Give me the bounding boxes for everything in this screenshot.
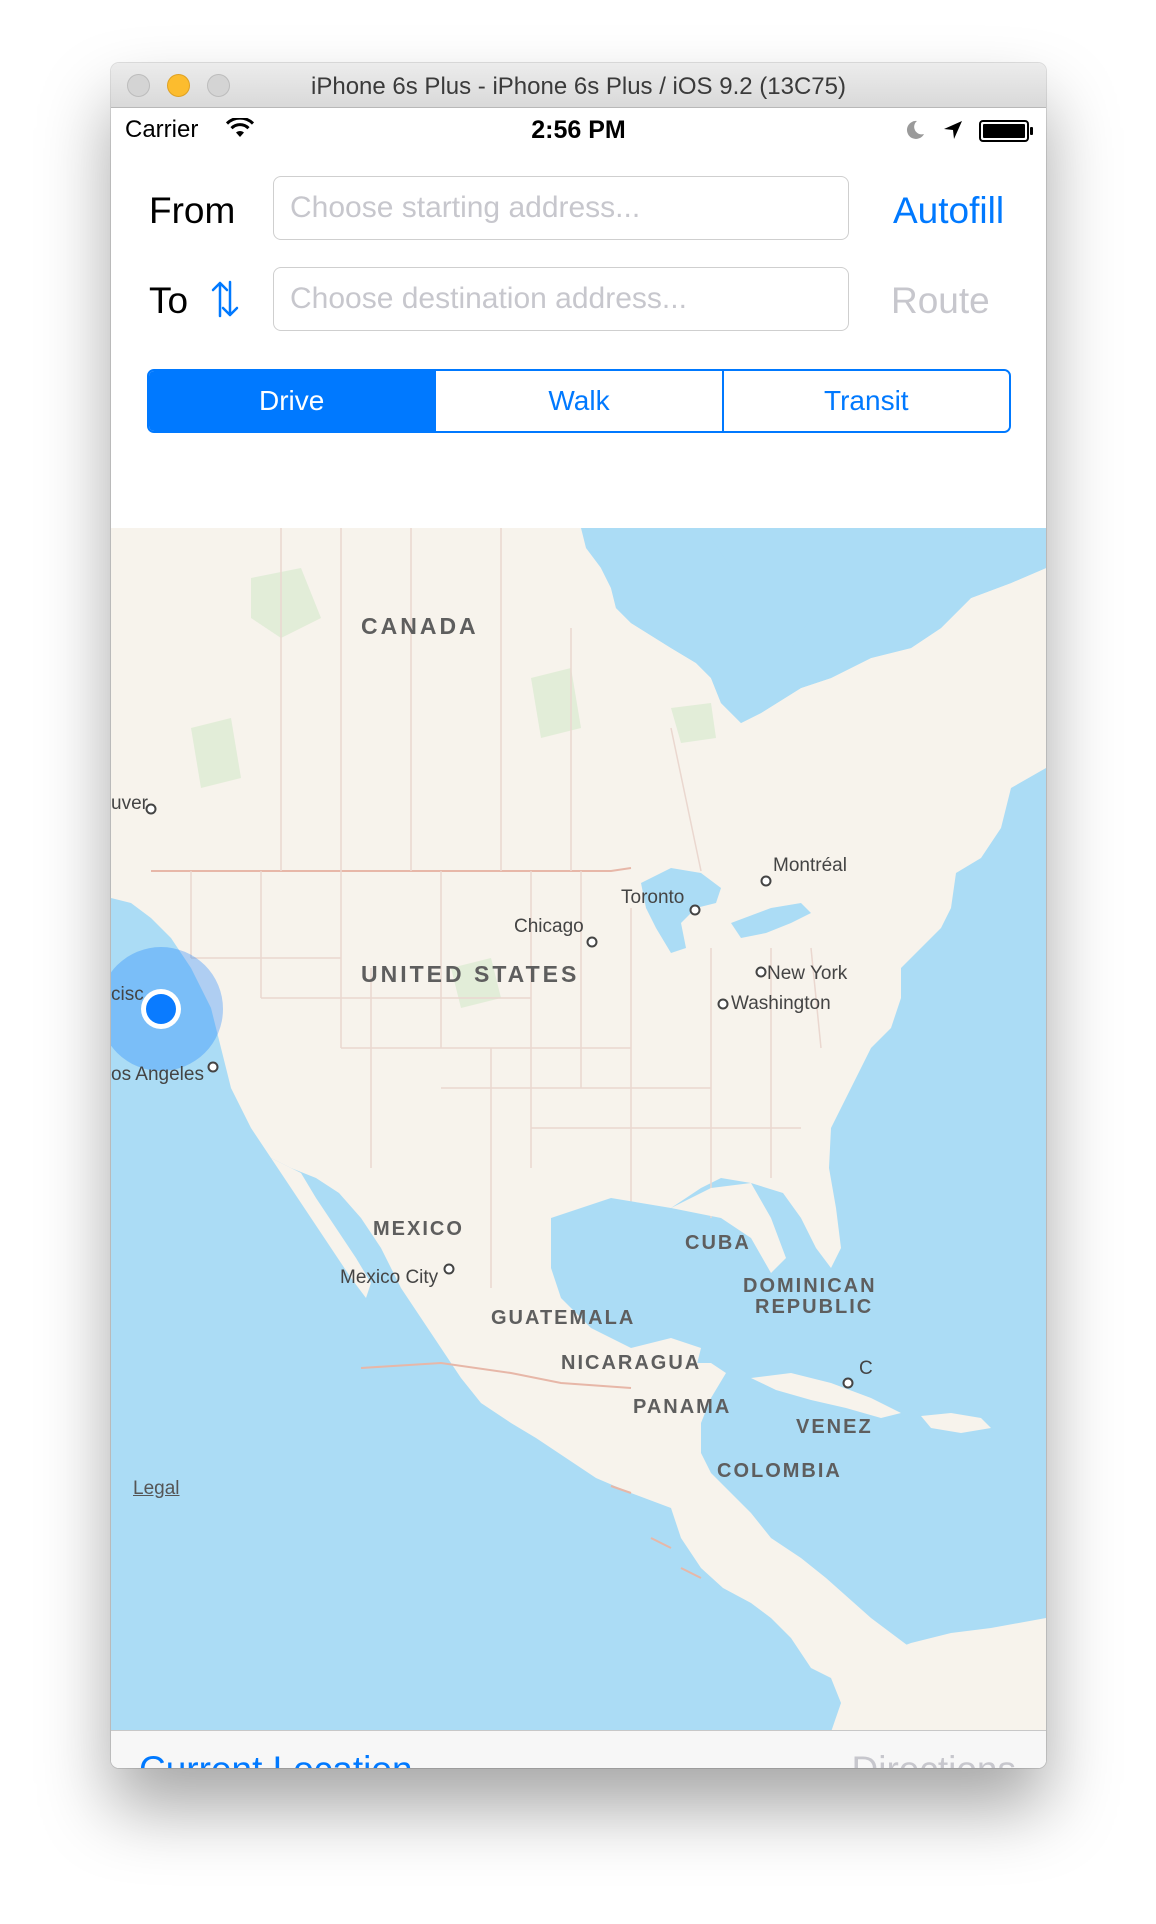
map-label-venezuela: VENEZ	[796, 1416, 873, 1438]
segment-transit[interactable]: Transit	[721, 371, 1009, 431]
to-field[interactable]	[273, 267, 849, 331]
map-label-panama: PANAMA	[633, 1396, 732, 1418]
map-city-los-angeles: os Angeles	[111, 1064, 204, 1085]
phone-screen: Carrier 2:56 PM From Autofill	[111, 108, 1046, 1768]
map-city-caracas: C	[859, 1358, 873, 1379]
segment-drive[interactable]: Drive	[149, 371, 435, 431]
segment-walk[interactable]: Walk	[434, 371, 722, 431]
to-address-input[interactable]	[274, 268, 848, 330]
map-city-chicago: Chicago	[514, 916, 584, 937]
swap-addresses-icon[interactable]	[211, 280, 239, 318]
map-city-new-york: New York	[767, 963, 848, 984]
simulator-window: iPhone 6s Plus - iPhone 6s Plus / iOS 9.…	[111, 63, 1046, 1768]
from-address-input[interactable]	[274, 177, 848, 239]
map-view[interactable]: CANADA UNITED STATES MEXICO CUBA DOMINIC…	[111, 528, 1046, 1732]
map-label-republic: REPUBLIC	[755, 1296, 874, 1318]
window-titlebar: iPhone 6s Plus - iPhone 6s Plus / iOS 9.…	[111, 63, 1046, 108]
north-america-land	[111, 528, 1046, 1732]
directions-button[interactable]: Directions	[852, 1749, 1017, 1768]
do-not-disturb-icon	[906, 120, 924, 139]
map-label-canada: CANADA	[361, 613, 479, 639]
map-label-guatemala: GUATEMALA	[491, 1307, 636, 1329]
user-location-dot	[146, 994, 176, 1024]
bottom-toolbar: Current Location Directions	[111, 1730, 1046, 1768]
map-label-cuba: CUBA	[685, 1232, 751, 1254]
from-label: From	[149, 190, 236, 231]
location-services-icon	[944, 121, 962, 139]
map-city-washington: Washington	[731, 993, 831, 1014]
map-graphic	[111, 528, 1046, 1732]
cuba-island	[751, 1373, 901, 1418]
map-city-montreal: Montréal	[773, 855, 847, 876]
status-bar: Carrier 2:56 PM	[111, 108, 1046, 150]
autofill-button[interactable]: Autofill	[893, 190, 1004, 232]
hispaniola-island	[921, 1413, 991, 1433]
transport-mode-segmented-control: Drive Walk Transit	[147, 369, 1011, 433]
route-button[interactable]: Route	[891, 280, 990, 322]
map-label-united-states: UNITED STATES	[361, 961, 580, 987]
battery-icon	[979, 120, 1033, 142]
map-label-colombia: COLOMBIA	[717, 1460, 842, 1482]
window-title: iPhone 6s Plus - iPhone 6s Plus / iOS 9.…	[311, 73, 846, 100]
current-location-button[interactable]: Current Location	[139, 1749, 413, 1768]
map-city-vancouver: uver	[111, 793, 148, 814]
to-label: To	[149, 280, 189, 321]
map-city-mexico-city: Mexico City	[340, 1267, 439, 1288]
map-city-toronto: Toronto	[621, 887, 685, 908]
from-field[interactable]	[273, 176, 849, 240]
map-label-nicaragua: NICARAGUA	[561, 1352, 702, 1374]
map-legal-link[interactable]: Legal	[133, 1478, 180, 1500]
map-label-mexico: MEXICO	[373, 1218, 464, 1240]
map-label-dominican: DOMINICAN	[743, 1275, 877, 1297]
map-city-san-francisco: cisc	[111, 984, 144, 1005]
